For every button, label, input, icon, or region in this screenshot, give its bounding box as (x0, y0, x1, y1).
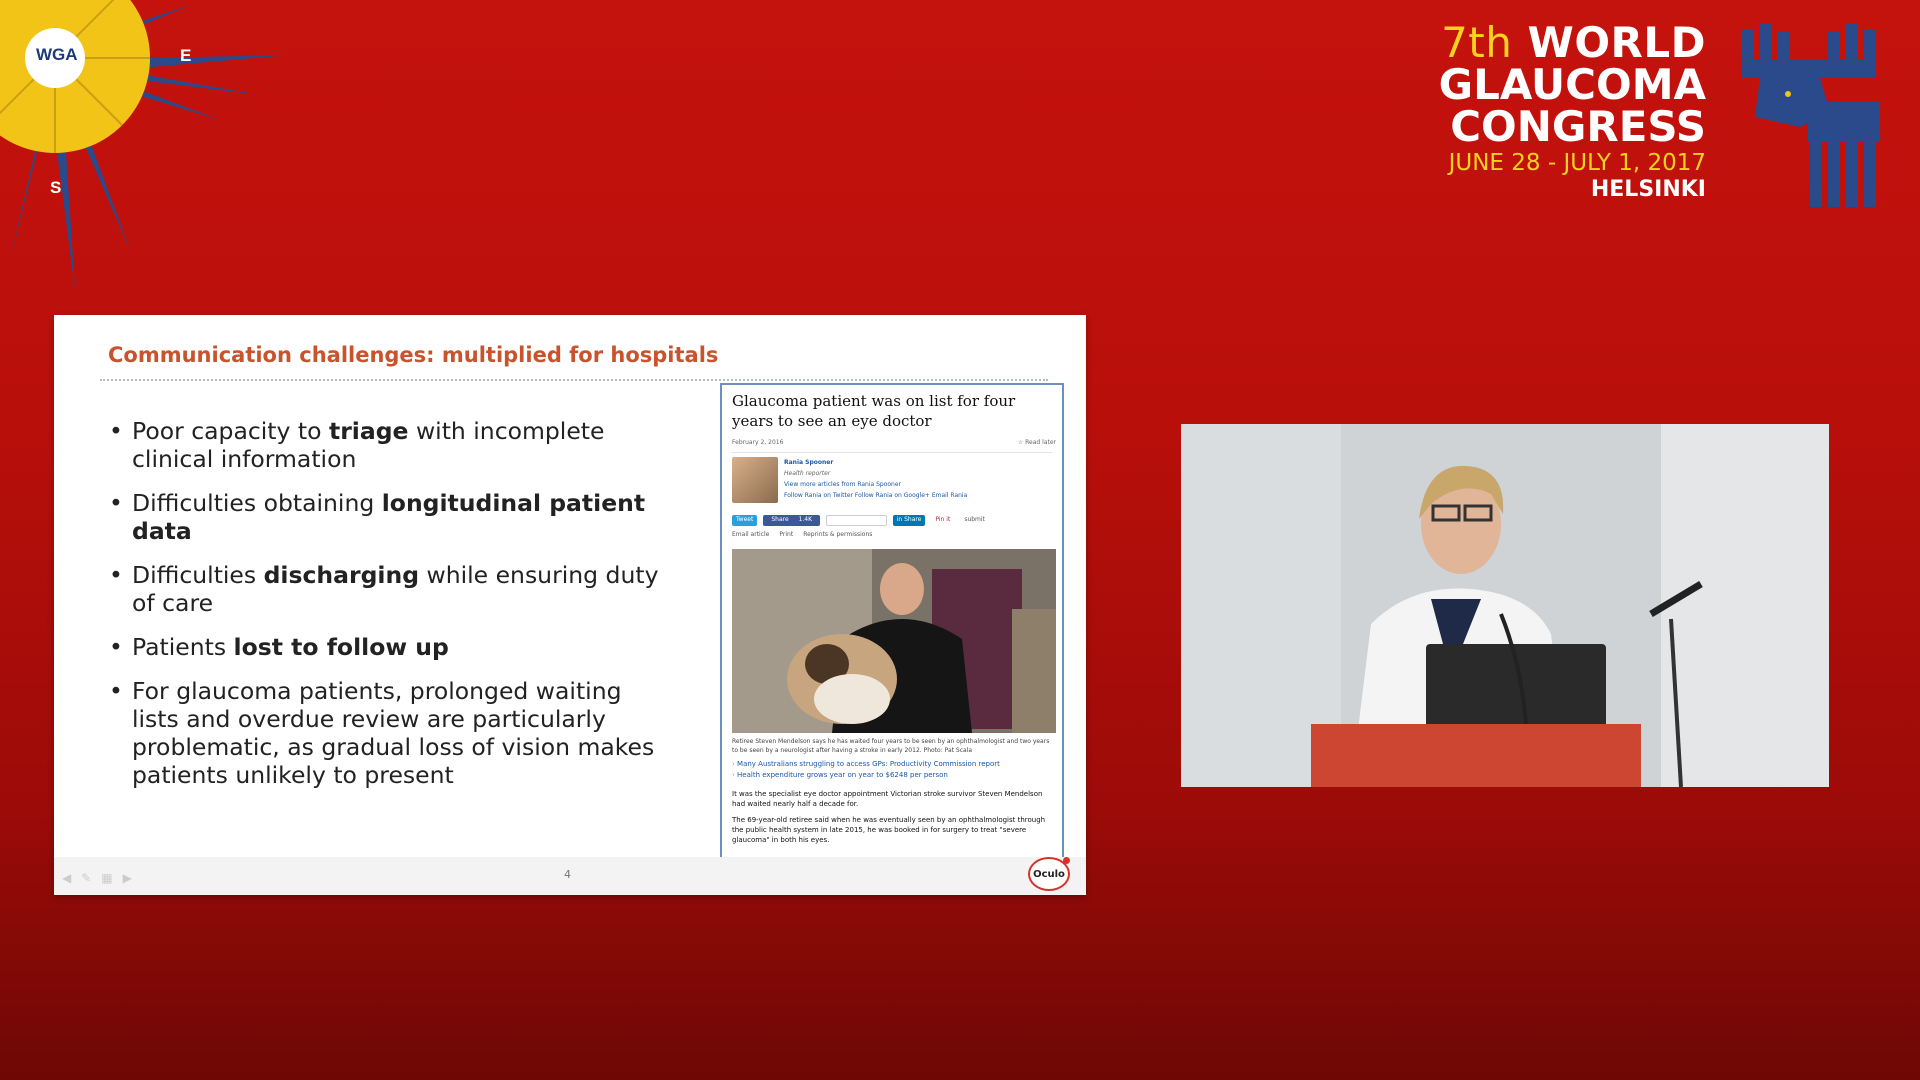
news-article-clipping: Glaucoma patient was on list for four ye… (720, 383, 1064, 861)
author-avatar (732, 457, 778, 503)
slide-footer: ◀ ✎ ▦ ▶ 4 Oculo (54, 857, 1086, 895)
article-paragraph: The 69-year-old retiree said when he was… (732, 816, 1046, 844)
article-date: February 2, 2016 (732, 439, 784, 446)
article-tools: Email article Print Reprints & permissio… (732, 531, 872, 538)
presentation-slide: Communication challenges: multiplied for… (54, 315, 1086, 895)
article-divider (732, 452, 1052, 453)
congress-line3: CONGRESS (1450, 102, 1706, 151)
compass-south-label: S (50, 178, 62, 197)
title-divider (100, 379, 1048, 381)
slide-page-number: 4 (564, 868, 571, 881)
bullet-item: For glaucoma patients, prolonged waiting… (109, 677, 669, 789)
pen-icon[interactable]: ✎ (81, 871, 91, 885)
photo-caption: Retiree Steven Mendelson says he has wai… (732, 738, 1050, 754)
article-paragraph: It was the specialist eye doctor appoint… (732, 790, 1043, 808)
author-info: Rania Spooner Health reporter View more … (784, 457, 967, 501)
slide-nav-controls: ◀ ✎ ▦ ▶ (62, 871, 132, 885)
next-slide-icon[interactable]: ▶ (123, 871, 132, 885)
related-link[interactable]: Many Australians struggling to access GP… (732, 759, 1056, 770)
speaker-video (1181, 424, 1829, 787)
congress-line2: GLAUCOMA (1438, 60, 1706, 109)
bullet-list: Poor capacity to triage with incomplete … (109, 417, 669, 805)
tweet-button[interactable]: Tweet (732, 515, 758, 526)
author-name[interactable]: Rania Spooner (784, 457, 967, 468)
article-photo (732, 549, 1056, 733)
compass-star-icon (0, 0, 290, 290)
related-link[interactable]: Health expenditure grows year on year to… (732, 770, 1056, 781)
article-body: It was the specialist eye doctor appoint… (732, 789, 1056, 851)
pinterest-button[interactable]: Pin it (931, 515, 955, 526)
facebook-share-button[interactable]: Share 1.4K (763, 515, 821, 526)
wga-logo: WGA E S (0, 0, 300, 290)
congress-city: HELSINKI (1590, 177, 1706, 202)
bullet-item: Poor capacity to triage with incomplete … (109, 417, 669, 473)
submit-button[interactable]: submit (960, 515, 989, 526)
author-follow-links[interactable]: Follow Rania on Twitter Follow Rania on … (784, 490, 967, 501)
oculo-logo: Oculo (1028, 857, 1070, 891)
gplus-share-button[interactable]: G+ Share 0 (826, 515, 887, 526)
bullet-item: Difficulties obtaining longitudinal pati… (109, 489, 669, 545)
related-links: Many Australians struggling to access GP… (732, 759, 1056, 781)
moose-logo-icon (1740, 22, 1890, 207)
bullet-item: Difficulties discharging while ensuring … (109, 561, 669, 617)
reprints-link[interactable]: Reprints & permissions (803, 531, 872, 538)
previous-slide-icon[interactable]: ◀ (62, 871, 71, 885)
article-headline: Glaucoma patient was on list for four ye… (732, 392, 1016, 430)
read-later-link[interactable]: ☆ Read later (1018, 439, 1056, 446)
share-buttons: Tweet Share 1.4K G+ Share 0 in Share Pin… (732, 515, 989, 526)
author-more-link[interactable]: View more articles from Rania Spooner (784, 479, 967, 490)
slide-title: Communication challenges: multiplied for… (108, 343, 719, 367)
wga-label: WGA (36, 45, 78, 64)
bullet-item: Patients lost to follow up (109, 633, 669, 661)
email-article-link[interactable]: Email article (732, 531, 769, 538)
congress-dates: JUNE 28 - JULY 1, 2017 (1448, 150, 1706, 176)
menu-icon[interactable]: ▦ (101, 871, 112, 885)
compass-east-label: E (180, 46, 192, 65)
congress-title: 7th WORLD GLAUCOMA CONGRESS JUNE 28 - JU… (1439, 22, 1706, 201)
author-role: Health reporter (784, 470, 831, 477)
print-link[interactable]: Print (779, 531, 793, 538)
linkedin-share-button[interactable]: in Share (892, 515, 926, 526)
